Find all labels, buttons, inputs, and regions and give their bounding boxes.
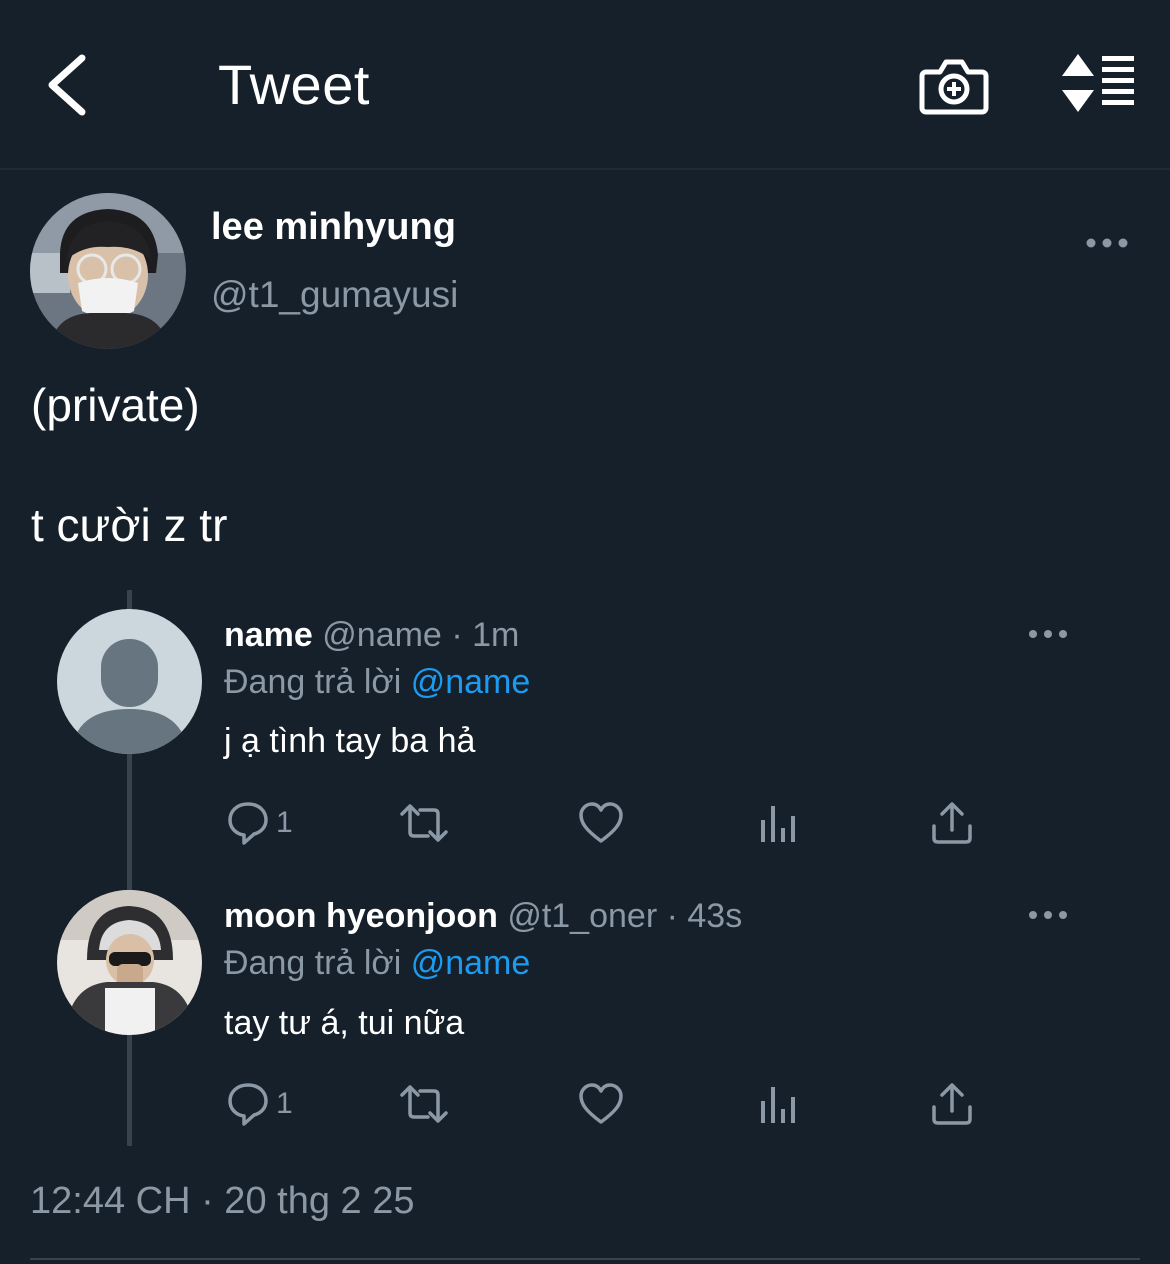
reply-text: tay tư á, tui nữa <box>224 1004 465 1042</box>
sort-button[interactable] <box>1058 52 1138 114</box>
retweet-button[interactable] <box>398 1079 450 1129</box>
retweet-button[interactable] <box>398 798 450 848</box>
reply-button[interactable]: 1 <box>226 798 293 848</box>
retweet-icon <box>400 804 448 842</box>
tweet-text-line: (private) <box>31 379 200 431</box>
reply-author-name[interactable]: moon hyeonjoon <box>224 897 498 935</box>
reply-time: 43s <box>687 897 743 935</box>
share-button[interactable] <box>930 798 974 848</box>
reply-header: moon hyeonjoon @t1_oner · 43s <box>224 897 742 936</box>
analytics-icon <box>761 806 795 842</box>
replying-to-mention[interactable]: @name <box>411 663 531 701</box>
replying-to: Đang trả lời @name <box>224 663 530 702</box>
heart-icon <box>579 1083 623 1124</box>
reply-button[interactable]: 1 <box>226 1079 293 1129</box>
share-icon <box>932 1083 972 1125</box>
more-icon <box>1029 911 1067 919</box>
back-button[interactable] <box>40 50 100 120</box>
author-avatar[interactable] <box>30 193 186 349</box>
share-button[interactable] <box>930 1079 974 1129</box>
reply-time: 1m <box>472 616 520 654</box>
like-button[interactable] <box>578 798 624 848</box>
comment-icon <box>228 1083 268 1126</box>
reply-avatar-default[interactable] <box>57 609 202 754</box>
camera-plus-icon <box>919 59 989 115</box>
separator-dot: · <box>451 616 463 654</box>
analytics-icon <box>761 1087 795 1123</box>
more-icon <box>1029 630 1067 638</box>
replying-to: Đang trả lời @name <box>224 944 530 983</box>
reply-more-button[interactable] <box>1028 624 1068 644</box>
replying-to-label: Đang trả lời <box>224 663 402 701</box>
retweet-icon <box>400 1085 448 1123</box>
reply-author-handle[interactable]: @t1_oner <box>507 897 657 935</box>
page-title: Tweet <box>218 53 370 116</box>
divider <box>30 1258 1140 1260</box>
tweet-more-button[interactable] <box>1085 232 1129 254</box>
tweet-timestamp: 12:44 CH · 20 thg 2 25 <box>30 1180 415 1222</box>
top-bar: Tweet <box>0 0 1170 170</box>
reply-more-button[interactable] <box>1028 905 1068 925</box>
author-name[interactable]: lee minhyung <box>211 206 456 249</box>
author-handle[interactable]: @t1_gumayusi <box>211 274 458 316</box>
more-icon <box>1086 238 1128 248</box>
reply-avatar[interactable] <box>57 890 202 1035</box>
analytics-button[interactable] <box>758 798 798 848</box>
reply-author-name[interactable]: name <box>224 616 313 654</box>
analytics-button[interactable] <box>758 1079 798 1129</box>
reply-author-handle[interactable]: @name <box>322 616 442 654</box>
comment-icon <box>228 802 268 845</box>
replying-to-label: Đang trả lời <box>224 944 402 982</box>
reply-count: 1 <box>276 1087 293 1120</box>
sort-icon <box>1062 54 1134 112</box>
replying-to-mention[interactable]: @name <box>411 944 531 982</box>
reply-count: 1 <box>276 806 293 839</box>
reply-text: j ạ tình tay ba hả <box>224 722 476 760</box>
reply-header: name @name · 1m <box>224 616 519 655</box>
separator-dot: · <box>666 897 678 935</box>
heart-icon <box>579 802 623 843</box>
tweet-text-line: t cười z tr <box>31 499 228 551</box>
like-button[interactable] <box>578 1079 624 1129</box>
share-icon <box>932 802 972 844</box>
back-icon <box>48 54 86 116</box>
camera-button[interactable] <box>918 50 990 120</box>
